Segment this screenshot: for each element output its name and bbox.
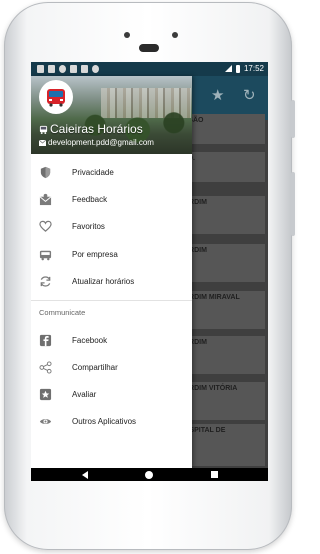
- section-communicate-title: Communicate: [39, 308, 86, 317]
- drawer-title: Caieiras Horários: [39, 122, 143, 136]
- menu-item-label: Feedback: [72, 195, 108, 204]
- battery-icon: [235, 64, 240, 73]
- front-sensor: [124, 32, 130, 38]
- notification-icon: [37, 65, 44, 73]
- favorite-star-icon[interactable]: ★: [211, 86, 224, 104]
- menu-item-avaliar[interactable]: Avaliar: [31, 382, 192, 408]
- menu-item-label: Compartilhar: [72, 363, 118, 372]
- menu-item-label: Atualizar horários: [72, 277, 135, 286]
- notification-icon: [48, 65, 55, 73]
- drawer-email: development.pdd@gmail.com: [39, 138, 154, 147]
- status-right: 17:52: [224, 64, 264, 73]
- menu-item-compartilhar[interactable]: Compartilhar: [31, 355, 192, 381]
- menu-item-privacidade[interactable]: Privacidade: [31, 160, 192, 186]
- menu-divider: [31, 300, 192, 301]
- play-store-icon: [70, 65, 77, 73]
- email-icon: [39, 139, 46, 146]
- menu-item-feedback[interactable]: Feedback: [31, 187, 192, 213]
- navigation-bar: [31, 468, 268, 481]
- menu-item-label: Avaliar: [72, 390, 97, 399]
- home-icon[interactable]: [145, 471, 153, 479]
- signal-icon: [224, 65, 232, 72]
- star-icon: [39, 388, 52, 401]
- drawer-header: Caieiras Horários development.pdd@gmail.…: [31, 76, 192, 154]
- menu-item-por-empresa[interactable]: Por empresa: [31, 242, 192, 268]
- heart-icon: [39, 220, 52, 232]
- menu-item-label: Outros Aplicativos: [72, 417, 137, 426]
- list-item[interactable]: ARDIM: [181, 244, 265, 282]
- front-camera: [172, 32, 178, 38]
- volume-button: [291, 172, 295, 236]
- menu-item-facebook[interactable]: Facebook: [31, 328, 192, 354]
- back-icon[interactable]: [82, 471, 88, 479]
- refresh-icon: [40, 276, 51, 287]
- power-button: [291, 100, 295, 138]
- refresh-icon[interactable]: ↻: [243, 86, 256, 104]
- phone-screen: ★ ↻ - SÃO JD. ARDIM ARDIM ARDIM MIRAVAL …: [31, 62, 268, 481]
- list-item[interactable]: ARDIM: [181, 336, 265, 374]
- share-icon: [39, 361, 52, 374]
- list-item[interactable]: ARDIM VITÓRIA: [181, 382, 265, 420]
- bus-icon: [39, 250, 52, 261]
- menu-item-favoritos[interactable]: Favoritos: [31, 214, 192, 240]
- menu-item-atualizar-horarios[interactable]: Atualizar horários: [31, 269, 192, 295]
- account-email: development.pdd@gmail.com: [48, 138, 154, 147]
- sim-icon: [81, 65, 88, 73]
- list-item[interactable]: JD.: [181, 152, 265, 182]
- status-bar: 17:52: [31, 62, 268, 76]
- list-item[interactable]: ARDIM MIRAVAL: [181, 291, 265, 329]
- sync-icon: [92, 65, 99, 73]
- earpiece-speaker: [139, 44, 159, 52]
- eye-icon: [39, 419, 52, 424]
- navigation-drawer: Caieiras Horários development.pdd@gmail.…: [31, 76, 192, 468]
- menu-item-label: Favoritos: [72, 222, 105, 231]
- bus-icon: [39, 125, 48, 134]
- clock: 17:52: [243, 64, 264, 73]
- app-name: Caieiras Horários: [50, 122, 143, 136]
- shield-icon: [40, 166, 51, 179]
- list-item[interactable]: - SÃO: [181, 114, 265, 144]
- notification-icons: [37, 65, 99, 73]
- avatar[interactable]: [39, 80, 73, 114]
- list-item-text: ARDIM MIRAVAL: [184, 294, 240, 301]
- google-icon: [59, 65, 66, 73]
- menu-item-outros-aplicativos[interactable]: Outros Aplicativos: [31, 409, 192, 435]
- recent-apps-icon[interactable]: [211, 471, 218, 478]
- list-item[interactable]: ARDIM: [181, 196, 265, 234]
- menu-item-label: Privacidade: [72, 168, 114, 177]
- bus-logo-icon: [47, 89, 65, 107]
- feedback-icon: [39, 193, 52, 206]
- menu-item-label: Por empresa: [72, 250, 118, 259]
- list-item[interactable]: OSPITAL DE: [181, 424, 265, 466]
- menu-item-label: Facebook: [72, 336, 108, 345]
- facebook-icon: [39, 334, 52, 347]
